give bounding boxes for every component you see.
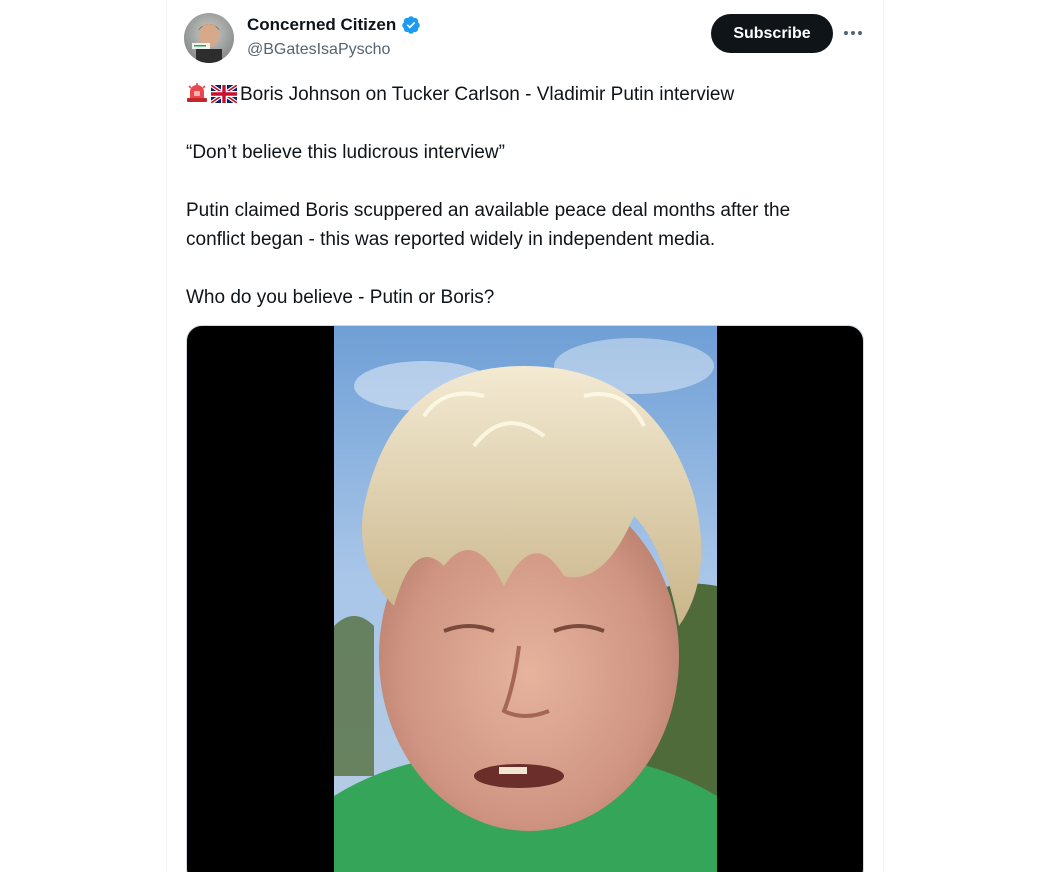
uk-flag-icon bbox=[211, 85, 237, 103]
subscribe-button[interactable]: Subscribe bbox=[711, 14, 833, 53]
tweet-headline-text: Boris Johnson on Tucker Carlson - Vladim… bbox=[240, 84, 735, 105]
tweet-page: Concerned Citizen @BGatesIsaPyscho Subsc… bbox=[0, 0, 1050, 872]
more-horizontal-icon[interactable] bbox=[838, 20, 868, 46]
siren-icon bbox=[187, 83, 207, 102]
more-dot bbox=[851, 31, 855, 35]
avatar[interactable] bbox=[184, 13, 234, 63]
verified-badge-icon bbox=[402, 16, 420, 34]
more-dot bbox=[844, 31, 848, 35]
more-dot bbox=[858, 31, 862, 35]
video-thumbnail bbox=[334, 326, 717, 872]
tweet-body-line: conflict began - this was reported widel… bbox=[186, 229, 716, 250]
tweet-text: Boris Johnson on Tucker Carlson - Vladim… bbox=[186, 80, 866, 312]
video-player[interactable] bbox=[186, 325, 864, 872]
tweet-line-headline: Boris Johnson on Tucker Carlson - Vladim… bbox=[186, 80, 866, 109]
avatar-photo bbox=[184, 13, 234, 63]
tweet-question-line: Who do you believe - Putin or Boris? bbox=[186, 287, 495, 308]
tweet-body-line: Putin claimed Boris scuppered an availab… bbox=[186, 200, 791, 221]
author-handle[interactable]: @BGatesIsaPyscho bbox=[247, 41, 390, 59]
video-frame-illustration bbox=[334, 326, 717, 872]
author-name-row[interactable]: Concerned Citizen bbox=[247, 15, 421, 35]
author-display-name[interactable]: Concerned Citizen bbox=[247, 15, 396, 35]
tweet-quote-line: “Don’t believe this ludicrous interview” bbox=[186, 142, 505, 163]
